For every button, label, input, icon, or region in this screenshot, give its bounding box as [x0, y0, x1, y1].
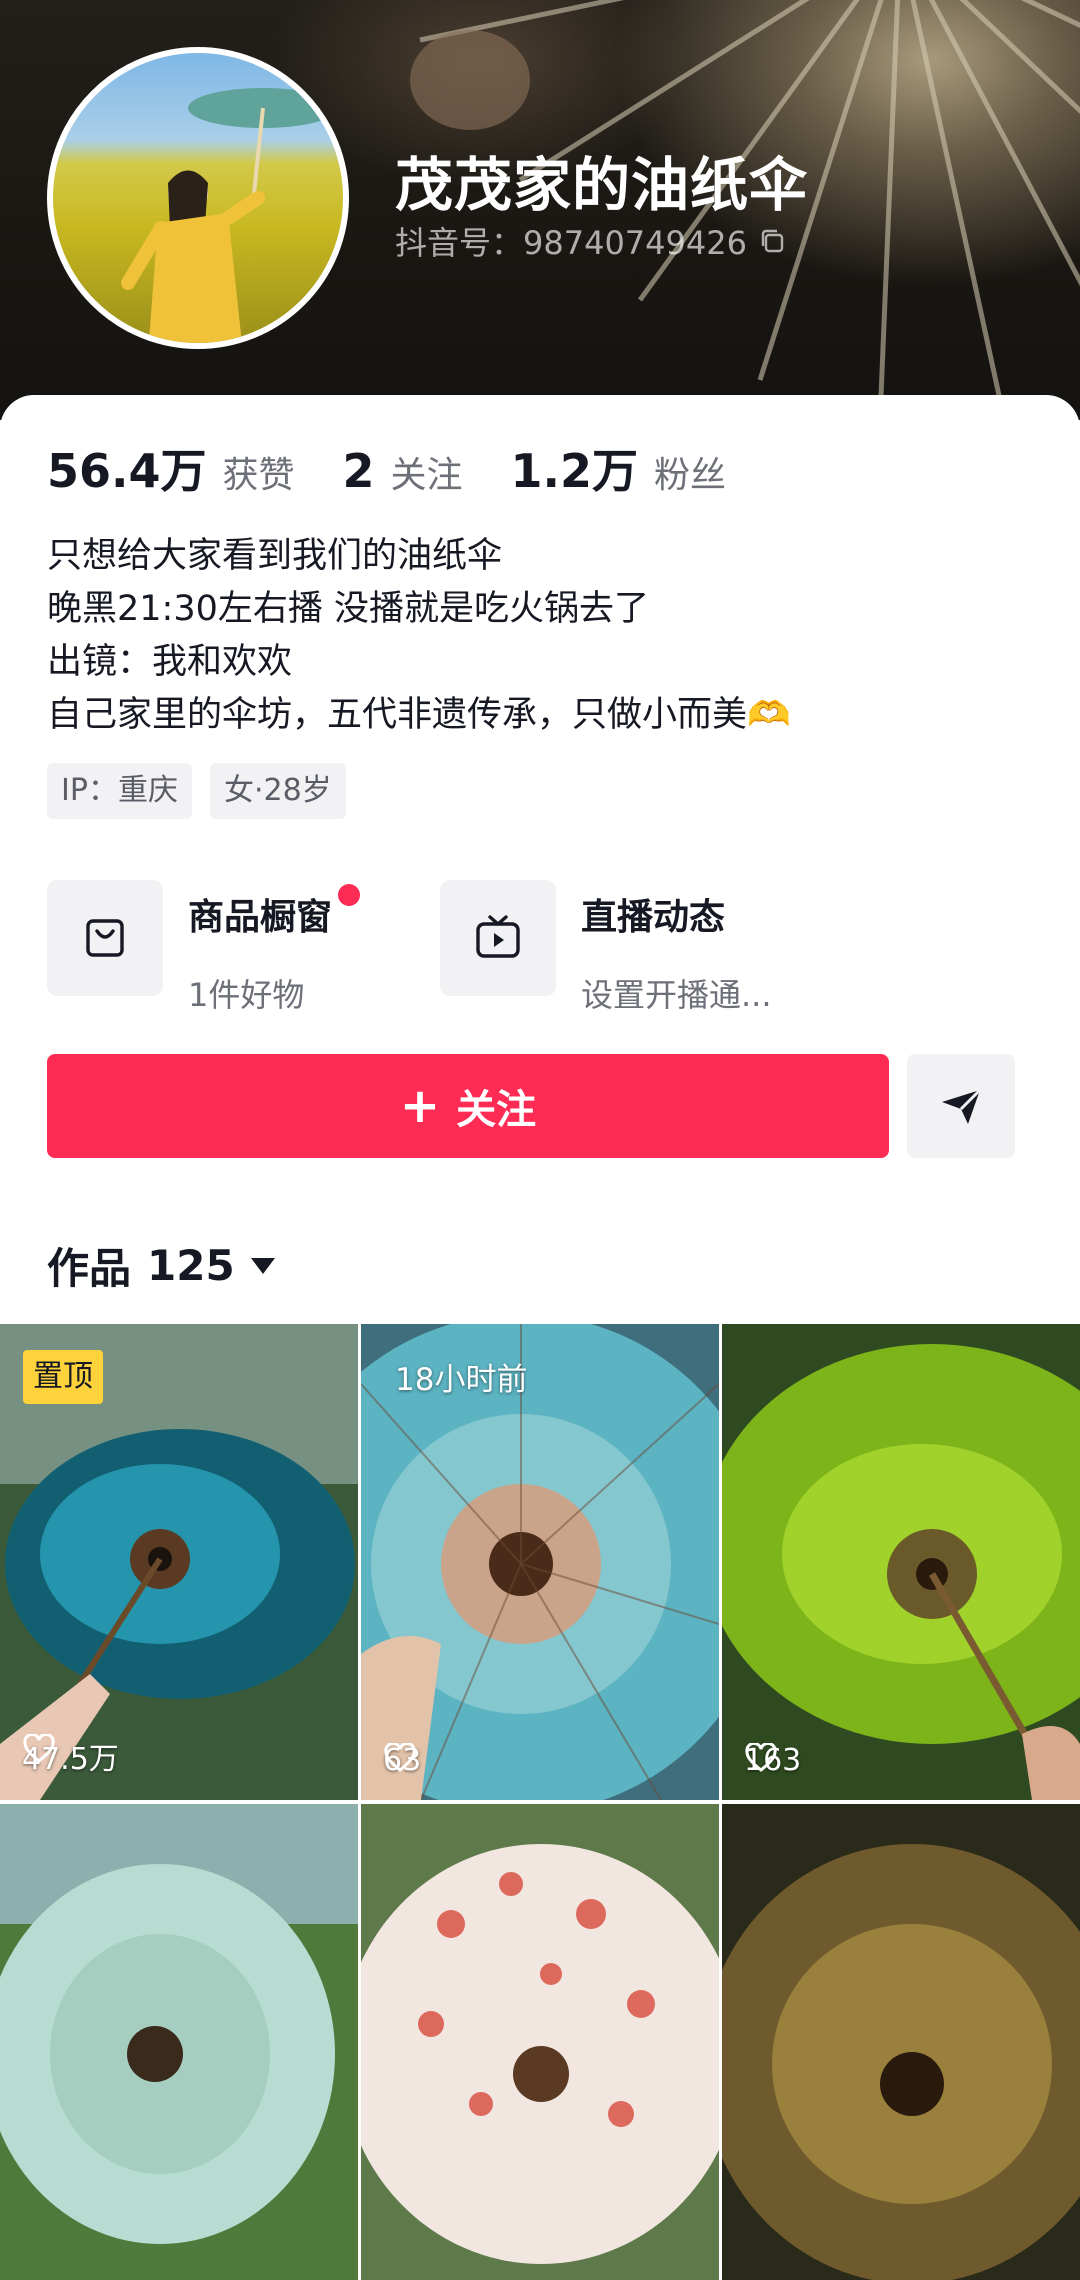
works-label: 作品: [47, 1244, 132, 1293]
pinned-badge: 置顶: [23, 1350, 103, 1404]
like-count: 163: [744, 1743, 801, 1778]
shop-window-entry[interactable]: 商品橱窗 1件好物: [47, 880, 361, 1016]
video-thumbnail[interactable]: 163: [722, 1324, 1080, 1800]
stat-likes[interactable]: 56.4万 获赞: [47, 435, 295, 501]
stat-followers-value: 1.2万: [510, 444, 639, 498]
post-time-badge: 18小时前: [395, 1362, 528, 1398]
works-count: 125: [147, 1241, 235, 1290]
stat-following[interactable]: 2 关注: [343, 444, 463, 498]
live-status-entry[interactable]: 直播动态 设置开播通...: [440, 880, 772, 1016]
bio: 只想给大家看到我们的油纸伞 晚黑21:30左右播 没播就是吃火锅去了 出镜：我和…: [47, 530, 791, 742]
shop-icon-box: [47, 880, 163, 996]
stat-followers-label: 粉丝: [654, 455, 727, 496]
douyin-id-text: 抖音号：98740749426: [395, 224, 747, 262]
stat-following-value: 2: [342, 444, 375, 498]
shop-window-subtitle: 1件好物: [188, 976, 305, 1014]
stat-followers[interactable]: 1.2万 粉丝: [511, 435, 727, 501]
heart-icon: [23, 1734, 55, 1763]
stats-row: 56.4万 获赞 2 关注 1.2万 粉丝: [47, 435, 774, 501]
shop-window-title: 商品橱窗: [188, 884, 361, 940]
like-count: 63: [383, 1743, 421, 1778]
send-icon: [942, 1088, 982, 1124]
heart-icon: [384, 1743, 416, 1772]
follow-button-label: 关注: [456, 1087, 537, 1133]
tv-icon: [476, 915, 520, 958]
profile-name: 茂茂家的油纸伞: [395, 151, 809, 219]
live-status-title: 直播动态: [581, 897, 726, 938]
caret-down-icon[interactable]: [250, 1257, 275, 1274]
video-thumbnail[interactable]: [722, 1804, 1080, 2280]
send-message-button[interactable]: [907, 1054, 1015, 1158]
bio-line: 出镜：我和欢欢: [47, 642, 293, 682]
heart-icon: [745, 1743, 777, 1772]
stat-likes-value: 56.4万: [47, 444, 207, 498]
douyin-id[interactable]: 抖音号：98740749426: [395, 218, 787, 264]
notification-dot: [338, 884, 361, 906]
live-icon-box: [440, 880, 556, 996]
live-status-subtitle: 设置开播通...: [581, 976, 772, 1014]
bio-line: 自己家里的伞坊，五代非遗传承，只做小而美🫶: [47, 695, 791, 735]
like-count: 47.5万: [22, 1734, 119, 1778]
video-thumbnail[interactable]: [361, 1804, 719, 2280]
shopping-bag-icon: [86, 919, 124, 957]
gender-age-tag: 女·28岁: [209, 763, 346, 819]
bio-line: 晚黑21:30左右播 没播就是吃火锅去了: [47, 589, 649, 629]
video-thumbnail[interactable]: 置顶 47.5万: [0, 1324, 358, 1800]
copy-icon[interactable]: [757, 226, 787, 256]
works-tab[interactable]: 作品 125: [47, 1235, 275, 1296]
video-thumbnail[interactable]: [0, 1804, 358, 2280]
bio-line: 只想给大家看到我们的油纸伞: [47, 536, 503, 576]
stat-likes-label: 获赞: [222, 455, 295, 496]
avatar[interactable]: [47, 47, 349, 349]
profile-banner: 茂茂家的油纸伞 抖音号：98740749426: [0, 0, 1080, 420]
plus-icon: +: [399, 1078, 441, 1134]
ip-location-tag: IP：重庆: [47, 763, 192, 819]
video-thumbnail[interactable]: 18小时前 63: [361, 1324, 719, 1800]
follow-button[interactable]: + 关注: [47, 1054, 889, 1158]
profile-tags: IP：重庆 女·28岁: [47, 763, 346, 819]
shop-window-title-text: 商品橱窗: [188, 897, 333, 938]
stat-following-label: 关注: [390, 455, 463, 496]
